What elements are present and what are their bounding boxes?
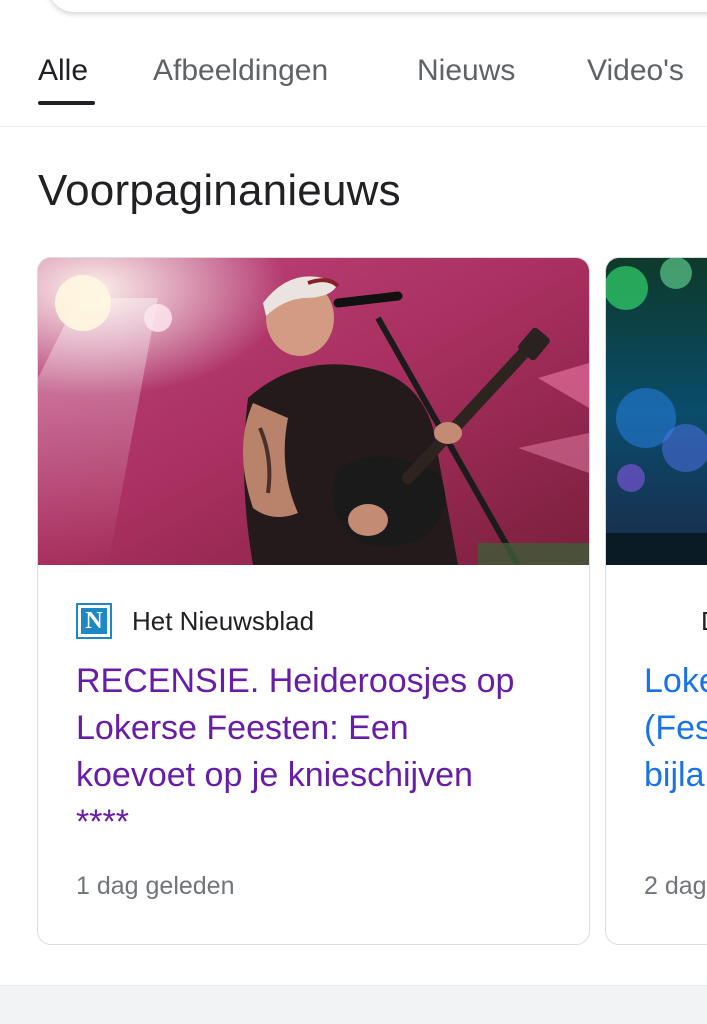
source-name: Het Nieuwsblad — [132, 605, 315, 636]
section-divider — [0, 985, 707, 1024]
tab-videos[interactable]: Video's — [587, 54, 684, 88]
page: Alle Afbeeldingen Nieuws Video's Voorpag… — [0, 0, 707, 1024]
active-tab-indicator — [38, 101, 95, 105]
news-headline[interactable]: Loke (Fes bijla — [644, 658, 707, 799]
news-thumbnail — [606, 258, 707, 565]
source-row: N Het Nieuwsblad — [76, 603, 315, 639]
search-tabs: Alle Afbeeldingen Nieuws Video's — [0, 36, 707, 127]
news-card[interactable]: D Loke (Fes bijla 2 dag — [605, 257, 707, 945]
news-timestamp: 2 dag — [644, 872, 707, 900]
het-nieuwsblad-logo: N — [76, 603, 112, 639]
source-name: D — [701, 606, 707, 637]
news-timestamp: 1 dag geleden — [76, 872, 235, 900]
news-headline[interactable]: RECENSIE. Heideroosjes op Lokerse Feeste… — [76, 658, 566, 846]
search-bar[interactable] — [48, 0, 707, 12]
news-thumbnail — [38, 258, 589, 565]
section-title: Voorpaginanieuws — [38, 166, 401, 215]
tab-nieuws[interactable]: Nieuws — [417, 54, 515, 88]
news-card[interactable]: N Het Nieuwsblad RECENSIE. Heideroosjes … — [37, 257, 590, 945]
source-row: D — [701, 604, 707, 638]
tab-alle[interactable]: Alle — [38, 54, 88, 88]
tab-afbeeldingen[interactable]: Afbeeldingen — [153, 54, 328, 88]
